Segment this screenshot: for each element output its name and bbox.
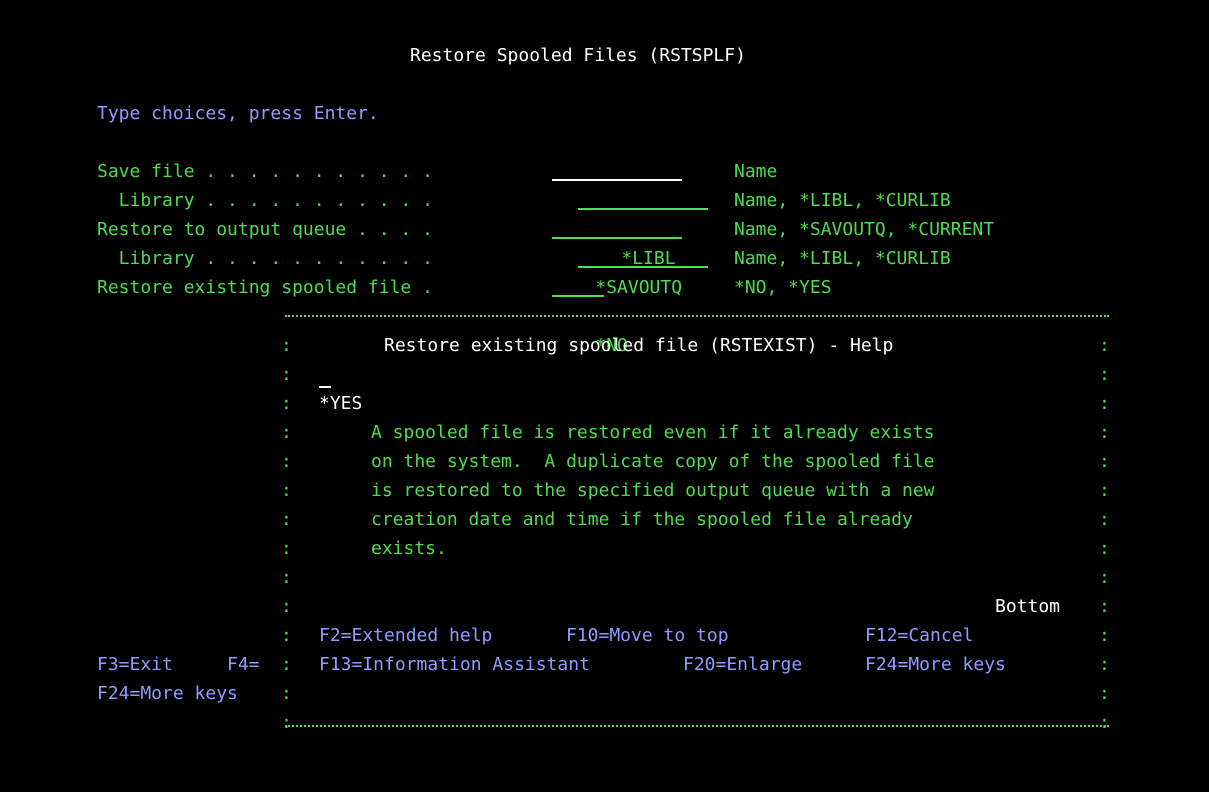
help-text-line: exists. xyxy=(371,538,447,559)
f20-enlarge-key[interactable]: F20=Enlarge xyxy=(683,650,802,679)
help-window-top-border xyxy=(285,315,1109,317)
f4-key[interactable]: F4= xyxy=(227,650,260,679)
prompt-hint: *NO, *YES xyxy=(734,277,832,298)
prompt-hint: Name, *SAVOUTQ, *CURRENT xyxy=(734,219,995,240)
instructions: Type choices, press Enter. xyxy=(97,103,379,124)
prompt-output-queue-library: Library . . . . . . . . . . . Name, *LIB… xyxy=(97,244,1097,273)
help-window: : : : : : : : : : : : : : : : : : : : : … xyxy=(281,309,1111,739)
help-text-line: on the system. A duplicate copy of the s… xyxy=(371,451,935,472)
f3-exit-key[interactable]: F3=Exit xyxy=(97,650,173,679)
help-window-bottom-border xyxy=(285,725,1109,727)
page-title: Restore Spooled Files (RSTSPLF) xyxy=(410,45,746,66)
help-option: *YES xyxy=(319,393,363,414)
text-cursor xyxy=(319,366,331,388)
prompt-label: Library . . . . . . . . . . . xyxy=(97,190,433,211)
prompt-hint: Name, *LIBL, *CURLIB xyxy=(734,248,951,269)
prompt-label: Save file . . . . . . . . . . . xyxy=(97,161,433,182)
background-keys-row1: F3=Exit F4= xyxy=(97,650,260,679)
help-window-right-border: : : : : : : : : : : : : : : xyxy=(1099,335,1110,733)
f2-extended-help-key[interactable]: F2=Extended help xyxy=(319,621,492,650)
help-text-line: creation date and time if the spooled fi… xyxy=(371,509,913,530)
help-title: Restore existing spooled file (RSTEXIST)… xyxy=(384,335,894,356)
f12-cancel-key[interactable]: F12=Cancel xyxy=(865,621,973,650)
background-keys-row2: F24=More keys xyxy=(97,679,238,708)
help-text-line: A spooled file is restored even if it al… xyxy=(371,422,935,443)
help-window-left-border: : : : : : : : : : : : : : : xyxy=(281,335,292,733)
prompt-label: Restore to output queue . . . . xyxy=(97,219,433,240)
prompt-label: Restore existing spooled file . xyxy=(97,277,433,298)
prompt-label: Library . . . . . . . . . . . xyxy=(97,248,433,269)
save-file-input[interactable] xyxy=(552,157,682,186)
f13-information-assistant-key[interactable]: F13=Information Assistant xyxy=(319,650,590,679)
prompt-hint: Name xyxy=(734,161,778,182)
prompt-save-file: Save file . . . . . . . . . . . Name xyxy=(97,157,1097,186)
f10-move-to-top-key[interactable]: F10=Move to top xyxy=(566,621,729,650)
help-text-line: is restored to the specified output queu… xyxy=(371,480,935,501)
prompt-save-file-library: Library . . . . . . . . . . . *LIBL Name… xyxy=(97,186,1097,269)
prompt-output-queue: Restore to output queue . . . . *SAVOUTQ… xyxy=(97,215,1097,298)
f24-more-keys-key[interactable]: F24=More keys xyxy=(865,650,1006,679)
prompt-hint: Name, *LIBL, *CURLIB xyxy=(734,190,951,211)
scroll-position-indicator: Bottom xyxy=(995,596,1061,617)
output-queue-library-input[interactable] xyxy=(578,244,708,273)
f24-more-keys[interactable]: F24=More keys xyxy=(97,679,238,708)
prompt-restore-existing: Restore existing spooled file . *NO *NO,… xyxy=(97,273,1097,356)
